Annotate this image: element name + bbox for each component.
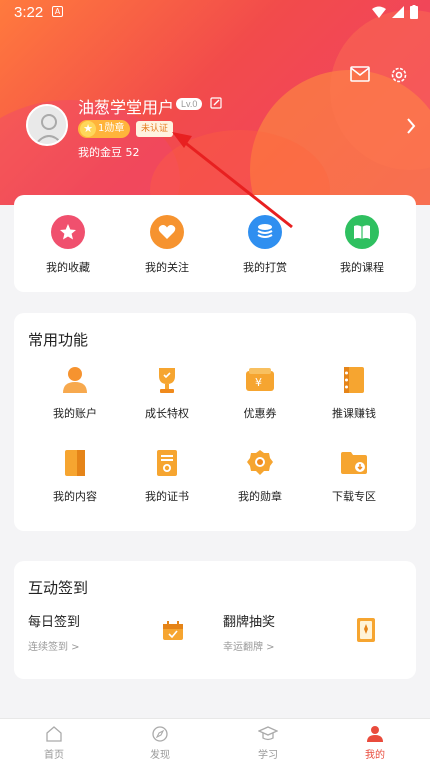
func-label: 下载专区 — [332, 490, 376, 503]
wifi-icon — [372, 6, 386, 18]
func-my-medals[interactable]: 我的勋章 — [220, 448, 300, 504]
func-label: 成长特权 — [145, 407, 189, 420]
quick-action-label: 我的收藏 — [46, 261, 90, 274]
func-label: 推课赚钱 — [332, 407, 376, 420]
tab-label: 我的 — [365, 750, 385, 761]
tab-label: 首页 — [44, 750, 64, 761]
compass-icon — [152, 726, 168, 742]
trophy-icon — [152, 365, 182, 395]
func-my-content[interactable]: 我的内容 — [35, 448, 115, 504]
star-icon — [51, 215, 85, 249]
gold-beans[interactable]: 我的金豆 52 — [78, 144, 140, 160]
quick-actions-card: 我的收藏 我的关注 我的打赏 我的课程 — [14, 195, 416, 292]
signal-icon — [392, 6, 404, 18]
interactive-signin-card: 互动签到 每日签到 连续签到 > 翻牌抽奖 幸运翻牌 > — [14, 561, 416, 679]
section-title: 常用功能 — [28, 331, 89, 349]
func-download-zone[interactable]: 下载专区 — [314, 448, 394, 504]
tab-study[interactable]: 学习 — [238, 725, 298, 761]
profile-section[interactable]: 油葱学堂用户 Lv.0 ★ 1勋章 未认证 我的金豆 52 — [26, 97, 416, 164]
daily-signin[interactable]: 每日签到 连续签到 > — [28, 611, 80, 653]
medal-count: 1勋章 — [98, 123, 125, 134]
func-label: 我的内容 — [53, 490, 97, 503]
quick-action-following[interactable]: 我的关注 — [127, 215, 207, 275]
daily-signin-link[interactable]: 连续签到 > — [28, 638, 80, 653]
medal-icon — [245, 448, 275, 478]
verify-badge[interactable]: 未认证 — [136, 121, 174, 137]
func-growth-privileges[interactable]: 成长特权 — [127, 365, 207, 421]
calendar-check-icon[interactable] — [162, 621, 184, 641]
status-time: 3:22 — [14, 4, 44, 21]
func-coupons[interactable]: ¥ 优惠券 — [220, 365, 300, 421]
document-icon — [60, 448, 90, 478]
flip-lottery-title: 翻牌抽奖 — [223, 615, 276, 630]
flip-lottery-link[interactable]: 幸运翻牌 > — [223, 638, 275, 653]
graduation-cap-icon — [258, 726, 278, 741]
func-label: 优惠券 — [243, 407, 277, 420]
func-promote-earn[interactable]: 推课赚钱 — [314, 365, 394, 421]
quick-action-label: 我的关注 — [145, 261, 189, 274]
tab-label: 学习 — [258, 750, 278, 761]
status-bar: 3:22 A — [0, 0, 430, 26]
quick-action-tips[interactable]: 我的打赏 — [225, 215, 305, 275]
heart-icon — [150, 215, 184, 249]
edit-icon[interactable] — [210, 97, 222, 109]
section-title: 互动签到 — [28, 579, 89, 597]
certificate-icon — [152, 448, 182, 478]
func-my-account[interactable]: 我的账户 — [35, 365, 115, 421]
person-icon — [367, 726, 383, 742]
user-icon — [60, 365, 90, 395]
quick-action-label: 我的打赏 — [243, 261, 287, 274]
func-label: 我的证书 — [145, 490, 189, 503]
tab-discover[interactable]: 发现 — [130, 725, 190, 761]
quick-action-label: 我的课程 — [340, 261, 384, 274]
flip-lottery[interactable]: 翻牌抽奖 幸运翻牌 > — [223, 611, 275, 653]
lucky-card-icon[interactable] — [356, 617, 376, 643]
notebook-icon — [339, 365, 369, 395]
common-functions-card: 常用功能 我的账户 成长特权 ¥ 优惠券 推课赚钱 我的内容 我的证书 我的勋章… — [14, 313, 416, 531]
func-my-certificates[interactable]: 我的证书 — [127, 448, 207, 504]
chevron-right-icon[interactable] — [406, 118, 416, 134]
tab-home[interactable]: 首页 — [24, 725, 84, 761]
coupon-icon: ¥ — [245, 365, 275, 395]
quick-action-favorites[interactable]: 我的收藏 — [28, 215, 108, 275]
daily-signin-title: 每日签到 — [28, 615, 81, 630]
medal-star-icon: ★ — [80, 121, 96, 137]
bottom-tab-bar: 首页 发现 学习 我的 — [0, 718, 430, 766]
coins-icon — [248, 215, 282, 249]
tab-mine[interactable]: 我的 — [345, 725, 405, 761]
svg-text:¥: ¥ — [255, 376, 262, 389]
func-label: 我的勋章 — [238, 490, 282, 503]
battery-icon — [410, 5, 418, 19]
tab-label: 发现 — [150, 750, 170, 761]
level-badge: Lv.0 — [176, 98, 203, 110]
folder-download-icon — [339, 448, 369, 478]
settings-gear-icon[interactable] — [390, 66, 408, 84]
quick-action-courses[interactable]: 我的课程 — [322, 215, 402, 275]
avatar[interactable] — [26, 104, 68, 146]
notification-icon: A — [52, 6, 63, 17]
book-icon — [345, 215, 379, 249]
home-icon — [46, 726, 62, 742]
mail-icon[interactable] — [350, 66, 370, 82]
medal-badge[interactable]: ★ 1勋章 — [78, 120, 131, 138]
func-label: 我的账户 — [53, 407, 97, 420]
username: 油葱学堂用户 — [78, 98, 175, 117]
